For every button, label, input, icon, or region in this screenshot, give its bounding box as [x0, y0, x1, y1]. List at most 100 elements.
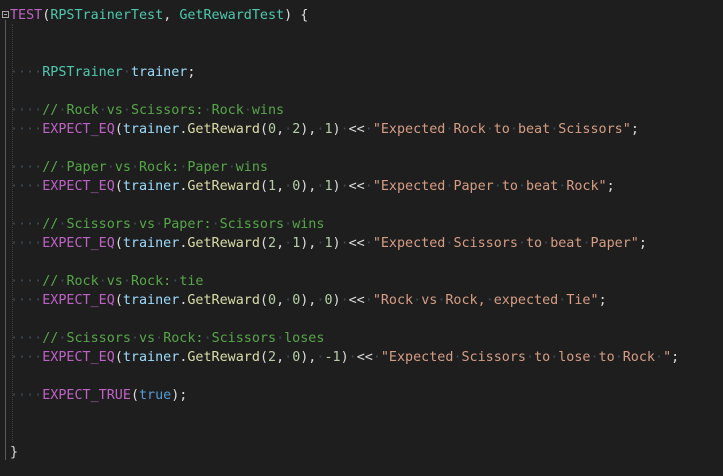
whitespace-indicator: ···· — [10, 179, 43, 194]
code-token: 0 — [324, 293, 333, 308]
code-token: //·Rock·vs·Rock:·tie — [42, 274, 204, 289]
code-line[interactable]: } — [10, 443, 18, 462]
code-line[interactable]: ····EXPECT_EQ(trainer.GetReward(2,·1),·1… — [10, 234, 647, 253]
whitespace-indicator: ···· — [10, 160, 43, 175]
code-token: ),· — [300, 350, 325, 365]
code-token: "Expected·Paper·to·beat·Rock" — [372, 179, 607, 194]
code-token: ; — [598, 293, 607, 308]
code-line[interactable]: ····EXPECT_EQ(trainer.GetReward(0,·0),·0… — [10, 291, 607, 310]
code-token: ),· — [300, 293, 325, 308]
code-token: 1 — [324, 179, 333, 194]
code-line[interactable]: ····//·Rock·vs·Scissors:·Rock·wins — [10, 101, 284, 120]
code-token: ; — [187, 65, 196, 80]
code-token: //·Rock·vs·Scissors:·Rock·wins — [42, 103, 285, 118]
code-token: · — [122, 65, 131, 80]
code-token: 0 — [268, 293, 277, 308]
code-token: RPSTrainerTest — [50, 8, 164, 23]
whitespace-indicator: ···· — [10, 217, 43, 232]
whitespace-indicator: ···· — [10, 293, 43, 308]
code-token: "Expected·Rock·to·beat·Scissors" — [372, 122, 631, 137]
code-line[interactable]: ····//·Scissors·vs·Rock:·Scissors·loses — [10, 329, 324, 348]
code-token: EXPECT_EQ — [42, 122, 115, 137]
code-token: EXPECT_EQ — [42, 179, 115, 194]
code-line[interactable]: ····EXPECT_EQ(trainer.GetReward(0,·2),·1… — [10, 120, 639, 139]
code-token: -1 — [324, 350, 341, 365]
code-token: true — [139, 388, 172, 403]
code-token: ),· — [300, 236, 325, 251]
whitespace-indicator: ···· — [10, 274, 43, 289]
code-token: trainer — [122, 179, 180, 194]
code-token: ( — [259, 293, 268, 308]
whitespace-indicator: ···· — [10, 388, 43, 403]
code-token: ( — [259, 236, 268, 251]
code-token: GetReward — [187, 179, 260, 194]
code-token: 0 — [268, 122, 277, 137]
code-token: 2 — [268, 236, 277, 251]
code-line[interactable]: ····RPSTrainer·trainer; — [10, 63, 195, 82]
code-token: trainer — [130, 65, 188, 80]
fold-region-line — [5, 20, 6, 460]
code-token: EXPECT_EQ — [42, 350, 115, 365]
code-token: //·Scissors·vs·Rock:·Scissors·loses — [42, 331, 325, 346]
code-token: ; — [671, 350, 680, 365]
code-token: EXPECT_EQ — [42, 293, 115, 308]
code-token: ; — [606, 179, 615, 194]
whitespace-indicator: ···· — [10, 65, 43, 80]
whitespace-indicator: ···· — [10, 236, 43, 251]
whitespace-indicator: ···· — [10, 103, 43, 118]
code-token: ( — [259, 179, 268, 194]
code-token: GetReward — [187, 236, 260, 251]
code-token: ( — [130, 388, 139, 403]
code-line[interactable]: ····//·Scissors·vs·Paper:·Scissors·wins — [10, 215, 324, 234]
code-line[interactable]: ····EXPECT_EQ(trainer.GetReward(1,·0),·1… — [10, 177, 615, 196]
code-token: ,· — [276, 350, 293, 365]
code-token: trainer — [122, 236, 180, 251]
code-token: "Expected·Scissors·to·beat·Paper" — [372, 236, 639, 251]
code-token: EXPECT_EQ — [42, 236, 115, 251]
code-token: trainer — [122, 350, 180, 365]
code-token: trainer — [122, 293, 180, 308]
code-token: 1 — [268, 179, 277, 194]
code-token: ; — [638, 236, 647, 251]
code-token: ,· — [276, 179, 293, 194]
code-token: ( — [114, 293, 123, 308]
code-line[interactable]: ····//·Paper·vs·Rock:·Paper·wins — [10, 158, 268, 177]
code-token: ); — [171, 388, 188, 403]
code-token: RPSTrainer — [42, 65, 123, 80]
code-token: EXPECT_TRUE — [42, 388, 131, 403]
code-token: )·<<· — [340, 350, 381, 365]
code-token: 2 — [268, 350, 277, 365]
whitespace-indicator: ···· — [10, 331, 43, 346]
code-token: ),· — [300, 122, 325, 137]
whitespace-indicator: ···· — [10, 122, 43, 137]
code-token: ( — [259, 122, 268, 137]
code-token: trainer — [122, 122, 180, 137]
code-line[interactable]: ····//·Rock·vs·Rock:·tie — [10, 272, 204, 291]
code-token: GetReward — [187, 122, 260, 137]
code-token: )·<<· — [332, 293, 373, 308]
code-token: ( — [114, 350, 123, 365]
code-line[interactable]: ····EXPECT_EQ(trainer.GetReward(2,·0),·-… — [10, 348, 679, 367]
code-token: ( — [114, 236, 123, 251]
code-token: TEST — [10, 8, 43, 23]
code-token: GetRewardTest — [179, 8, 285, 23]
code-line[interactable]: ····EXPECT_TRUE(true); — [10, 386, 187, 405]
code-token: ,· — [276, 293, 293, 308]
code-line[interactable]: TEST(RPSTrainerTest, GetRewardTest) { — [10, 6, 308, 25]
code-editor[interactable]: TEST(RPSTrainerTest, GetRewardTest) {···… — [0, 0, 723, 476]
code-token: GetReward — [187, 350, 260, 365]
code-token: 1 — [324, 122, 333, 137]
whitespace-indicator: ···· — [10, 350, 43, 365]
code-token: GetReward — [187, 293, 260, 308]
code-token: 1 — [324, 236, 333, 251]
code-token: ,· — [276, 236, 293, 251]
code-token: ,· — [276, 122, 293, 137]
code-token: //·Scissors·vs·Paper:·Scissors·wins — [42, 217, 325, 232]
code-token: )·<<· — [332, 122, 373, 137]
code-token: ( — [259, 350, 268, 365]
code-token: )·<<· — [332, 179, 373, 194]
code-token: } — [10, 445, 19, 460]
collapse-region-icon[interactable] — [2, 11, 9, 18]
code-token: "Rock·vs·Rock,·expected·Tie" — [372, 293, 599, 308]
code-token: "Expected·Scissors·to·lose·to·Rock·" — [380, 350, 672, 365]
